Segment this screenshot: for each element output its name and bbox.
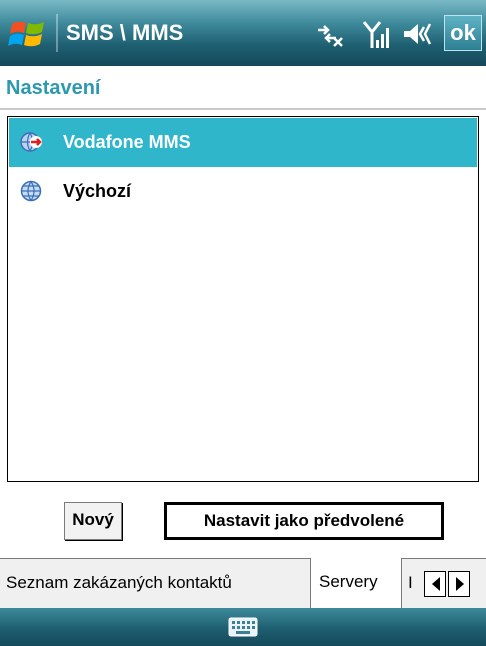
tab-blocked-contacts[interactable]: Seznam zakázaných kontaktů bbox=[0, 559, 308, 607]
title-bar: SMS \ MMS ok bbox=[0, 0, 486, 66]
windows-start-icon[interactable] bbox=[8, 16, 48, 52]
title-separator bbox=[56, 14, 58, 52]
keyboard-icon[interactable] bbox=[228, 617, 258, 637]
signal-strength-icon[interactable] bbox=[362, 18, 390, 50]
list-item-label: Vodafone MMS bbox=[63, 132, 191, 152]
globe-icon bbox=[20, 180, 42, 202]
softkey-bar bbox=[0, 608, 486, 646]
tab-scroll-left-button[interactable] bbox=[424, 571, 446, 597]
page-title: Nastavení bbox=[6, 77, 101, 99]
list-item-vychozi[interactable]: Výchozí bbox=[9, 167, 477, 216]
list-item-vodafone-mms[interactable]: Vodafone MMS bbox=[9, 118, 477, 167]
set-default-button[interactable]: Nastavit jako předvolené bbox=[164, 502, 444, 540]
app-title: SMS \ MMS bbox=[66, 20, 184, 45]
ok-button[interactable]: ok bbox=[444, 15, 482, 51]
volume-icon[interactable] bbox=[400, 18, 436, 50]
tab-scroll-right-button[interactable] bbox=[448, 571, 470, 597]
tab-servers[interactable]: Servery bbox=[310, 558, 402, 608]
heading-divider bbox=[0, 108, 486, 110]
arrow-left-icon bbox=[432, 577, 440, 591]
list-item-label: Výchozí bbox=[63, 181, 132, 201]
connectivity-icon[interactable] bbox=[314, 18, 346, 50]
tab-next[interactable]: I bbox=[404, 559, 420, 607]
globe-active-icon bbox=[20, 132, 42, 152]
arrow-right-icon bbox=[456, 577, 464, 591]
tab-strip: Seznam zakázaných kontaktů Servery I bbox=[0, 558, 486, 608]
mms-server-list[interactable]: Vodafone MMS Výchozí bbox=[7, 116, 479, 482]
new-button[interactable]: Nový bbox=[64, 502, 122, 540]
